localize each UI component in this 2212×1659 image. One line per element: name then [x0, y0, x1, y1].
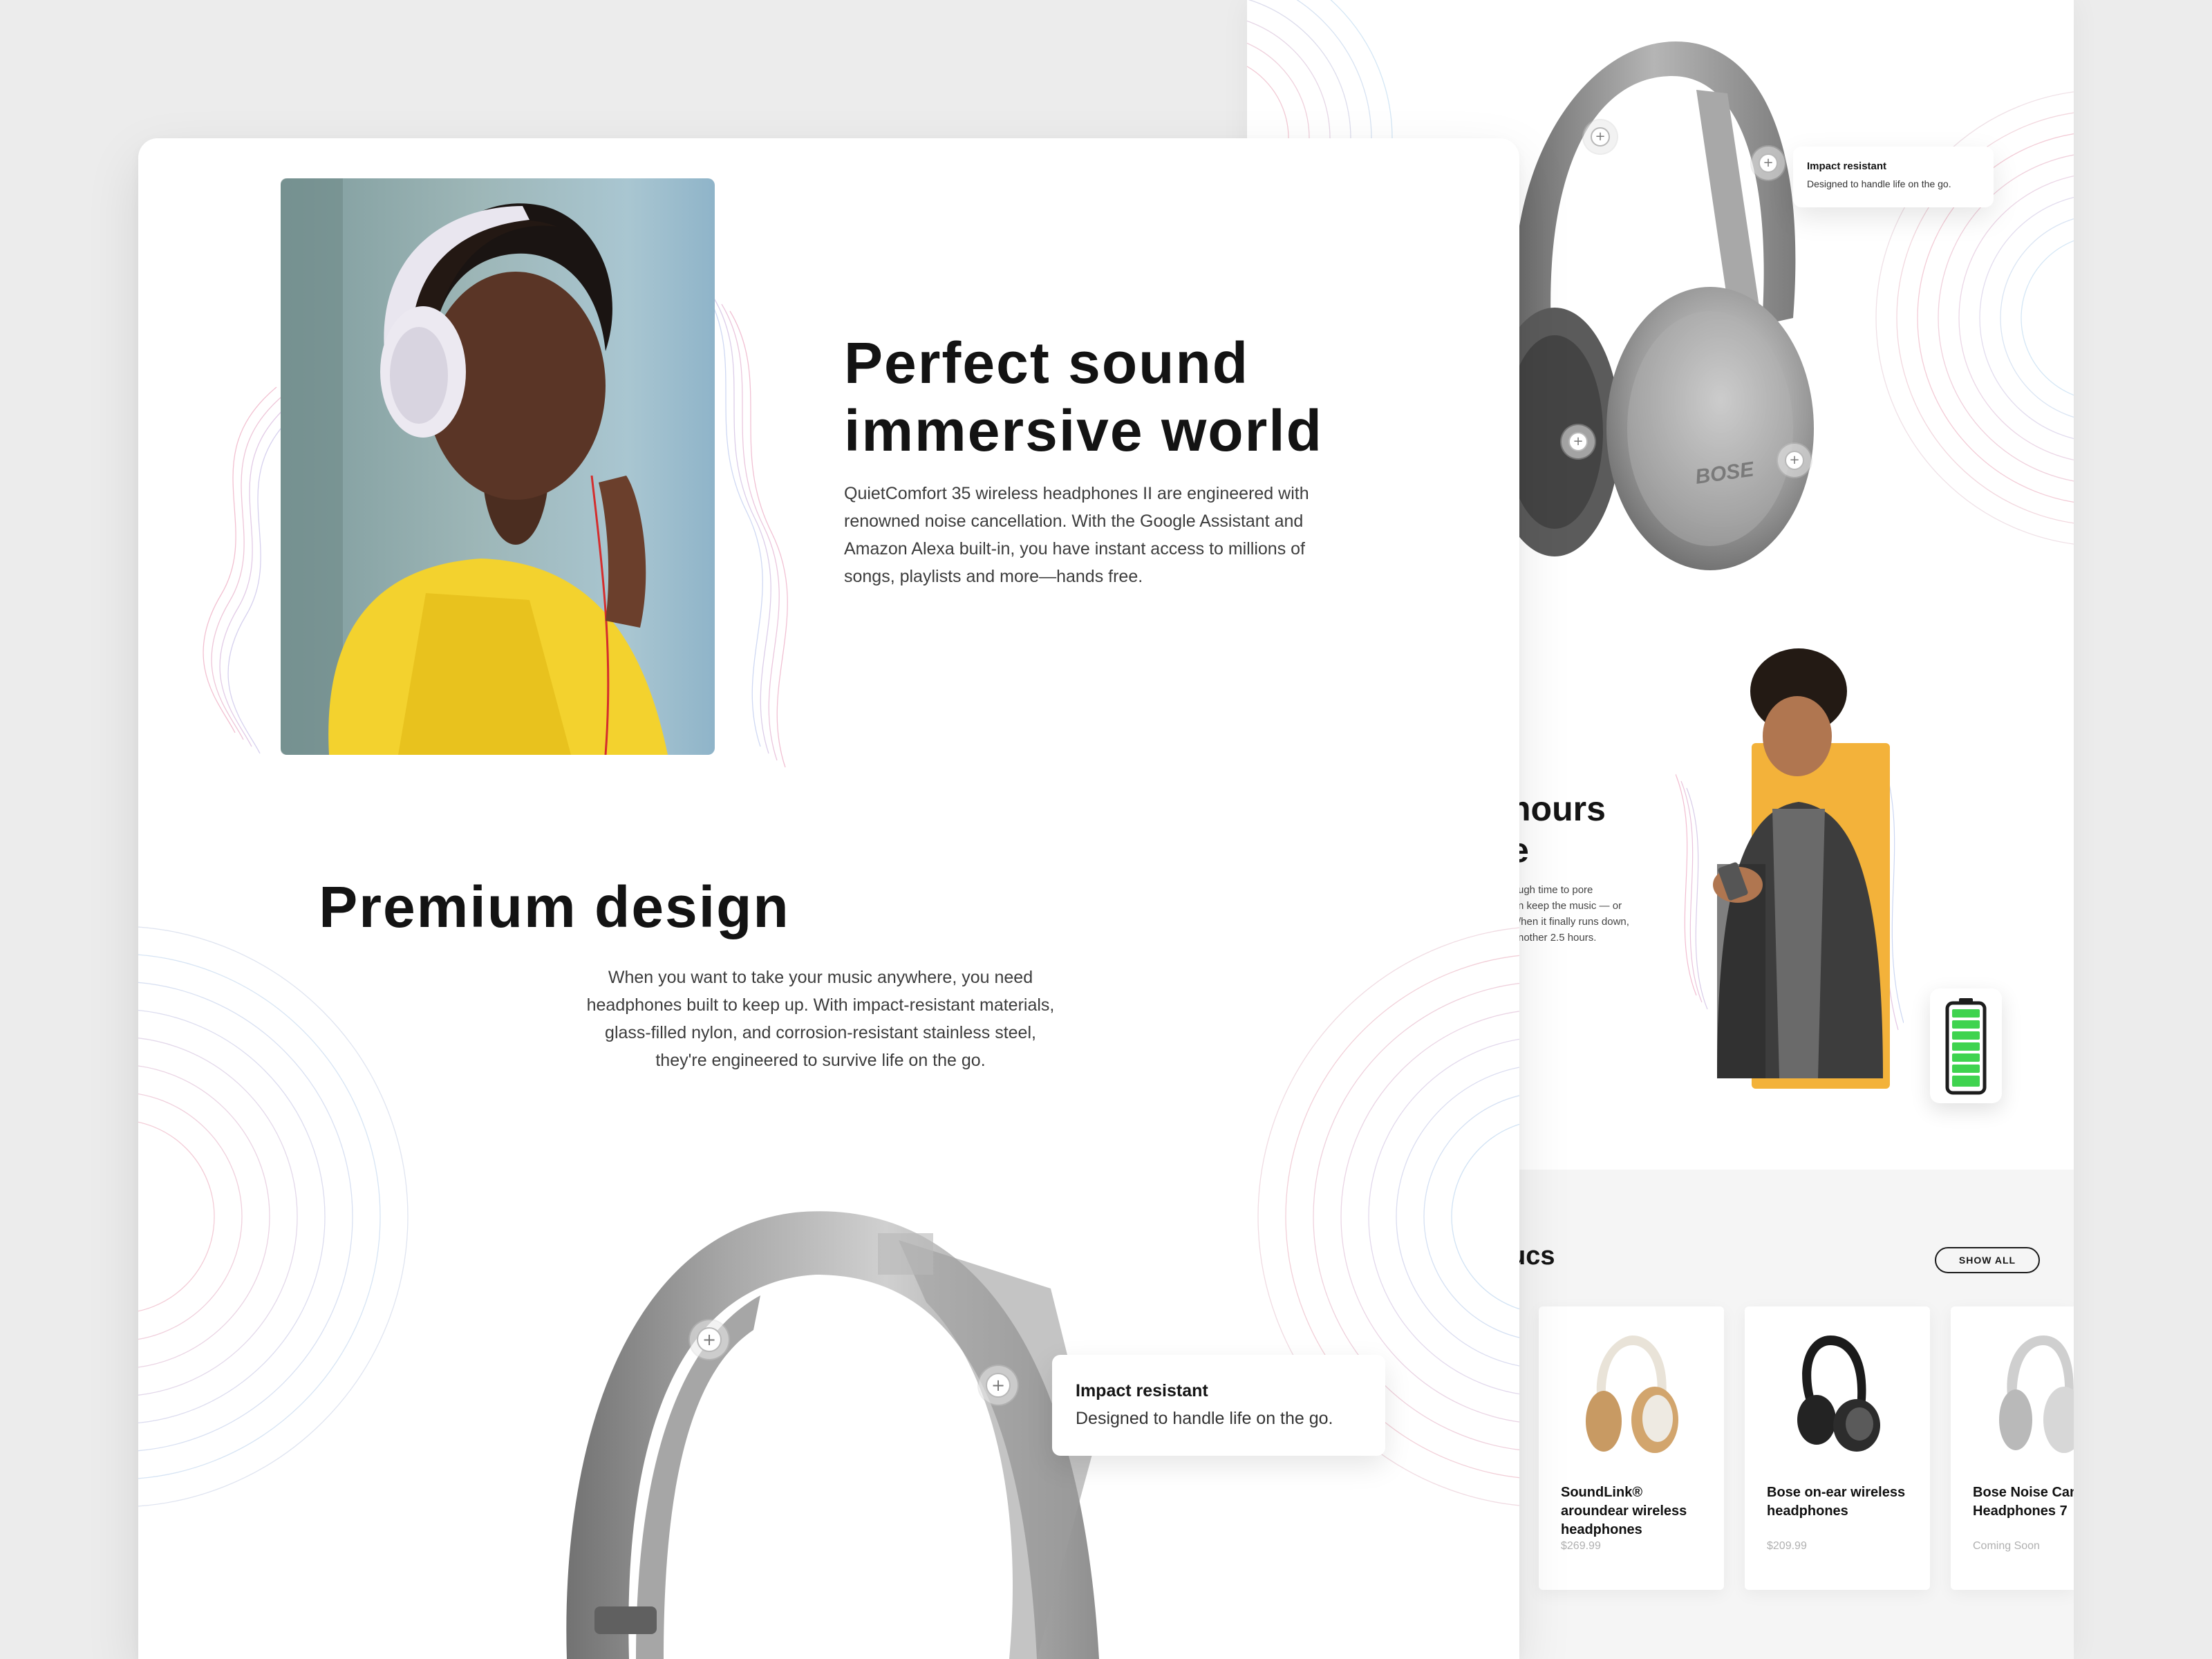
product-card[interactable]: Bose Noise Cancelling Headphones 7 Comin… — [1951, 1306, 2074, 1590]
product-name: Bose on-ear wireless headphones — [1767, 1485, 1906, 1519]
hero-body: QuietComfort 35 wireless headphones II a… — [844, 480, 1309, 590]
premium-body-line: When you want to take your music anywher… — [608, 968, 1033, 987]
product-price: $209.99 — [1767, 1540, 1807, 1552]
tan-headphones-image — [1586, 1335, 1678, 1453]
impact-tooltip: Impact resistant Designed to handle life… — [1793, 147, 1994, 207]
premium-body-line: they're engineered to survive life on th… — [655, 1051, 986, 1070]
hero-body-line: Amazon Alexa built-in, you have instant … — [844, 539, 1306, 559]
man-with-phone-photo — [1676, 648, 1904, 1089]
black-headphones-image — [1797, 1335, 1880, 1452]
battery-badge — [1930, 988, 2002, 1103]
product-card[interactable]: Bose on-ear wireless headphones $209.99 — [1745, 1306, 1930, 1590]
impact-tooltip: Impact resistant Designed to handle life… — [1052, 1355, 1385, 1456]
product-name: Bose Noise Cancelling Headphones 7 — [1973, 1485, 2074, 1519]
hero-body-line: renowned noise cancellation. With the Go… — [844, 512, 1304, 531]
hotspot-plus-icon[interactable]: + — [1759, 153, 1778, 173]
product-price: Coming Soon — [1973, 1540, 2040, 1552]
battery-copy-line: n keep the music — or — [1518, 900, 1622, 912]
battery-copy-line: /hen it finally runs down, — [1518, 916, 1629, 928]
premium-body-line: glass-filled nylon, and corrosion-resist… — [605, 1023, 1036, 1042]
product-card[interactable]: SoundLink® aroundear wireless headphones… — [1539, 1306, 1724, 1590]
tooltip-text: Designed to handle life on the go. — [1076, 1409, 1333, 1428]
front-page-preview: Perfect sound immersive world QuietComfo… — [138, 138, 1519, 1659]
battery-title-line2: e — [1510, 830, 1606, 871]
premium-body: When you want to take your music anywher… — [552, 964, 1089, 1074]
battery-copy: ugh time to pore n keep the music — or /… — [1518, 882, 1629, 946]
hero-title-line1: Perfect sound — [844, 330, 1250, 395]
battery-copy-line: nother 2.5 hours. — [1518, 932, 1597, 944]
hotspot-plus-icon[interactable]: + — [1568, 432, 1588, 451]
hero-body-line: songs, playlists and more—hands free. — [844, 567, 1143, 586]
hero-body-line: QuietComfort 35 wireless headphones II a… — [844, 484, 1309, 503]
hero-title-line2: immersive world — [844, 398, 1323, 463]
hotspot-plus-icon[interactable]: + — [1591, 127, 1610, 147]
premium-title: Premium design — [319, 874, 790, 939]
show-all-button[interactable]: SHOW ALL — [1935, 1247, 2040, 1273]
battery-icon — [1945, 998, 1987, 1095]
hero-title: Perfect sound immersive world — [844, 329, 1323, 465]
battery-copy-line: ugh time to pore — [1518, 884, 1593, 896]
battery-title-line1: hours — [1510, 789, 1606, 828]
hotspot-plus-icon[interactable]: + — [986, 1373, 1011, 1398]
premium-title-wrap: Premium design — [138, 874, 1519, 941]
product-name: SoundLink® aroundear wireless headphones — [1561, 1485, 1687, 1537]
tooltip-text: Designed to handle life on the go. — [1807, 178, 1951, 189]
battery-title: hours e — [1510, 788, 1606, 871]
tooltip-title: Impact resistant — [1807, 160, 1887, 172]
woman-listening-photo — [281, 178, 715, 755]
headphones-band-image — [566, 1211, 1099, 1659]
hotspot-plus-icon[interactable]: + — [1785, 451, 1804, 470]
hotspot-plus-icon[interactable]: + — [697, 1327, 722, 1352]
product-price: $269.99 — [1561, 1540, 1601, 1552]
silver-headphones-image: BOSE — [1489, 41, 1814, 570]
tooltip-title: Impact resistant — [1076, 1381, 1208, 1400]
premium-body-line: headphones built to keep up. With impact… — [586, 995, 1055, 1015]
silver-headphones-image — [1999, 1335, 2074, 1453]
